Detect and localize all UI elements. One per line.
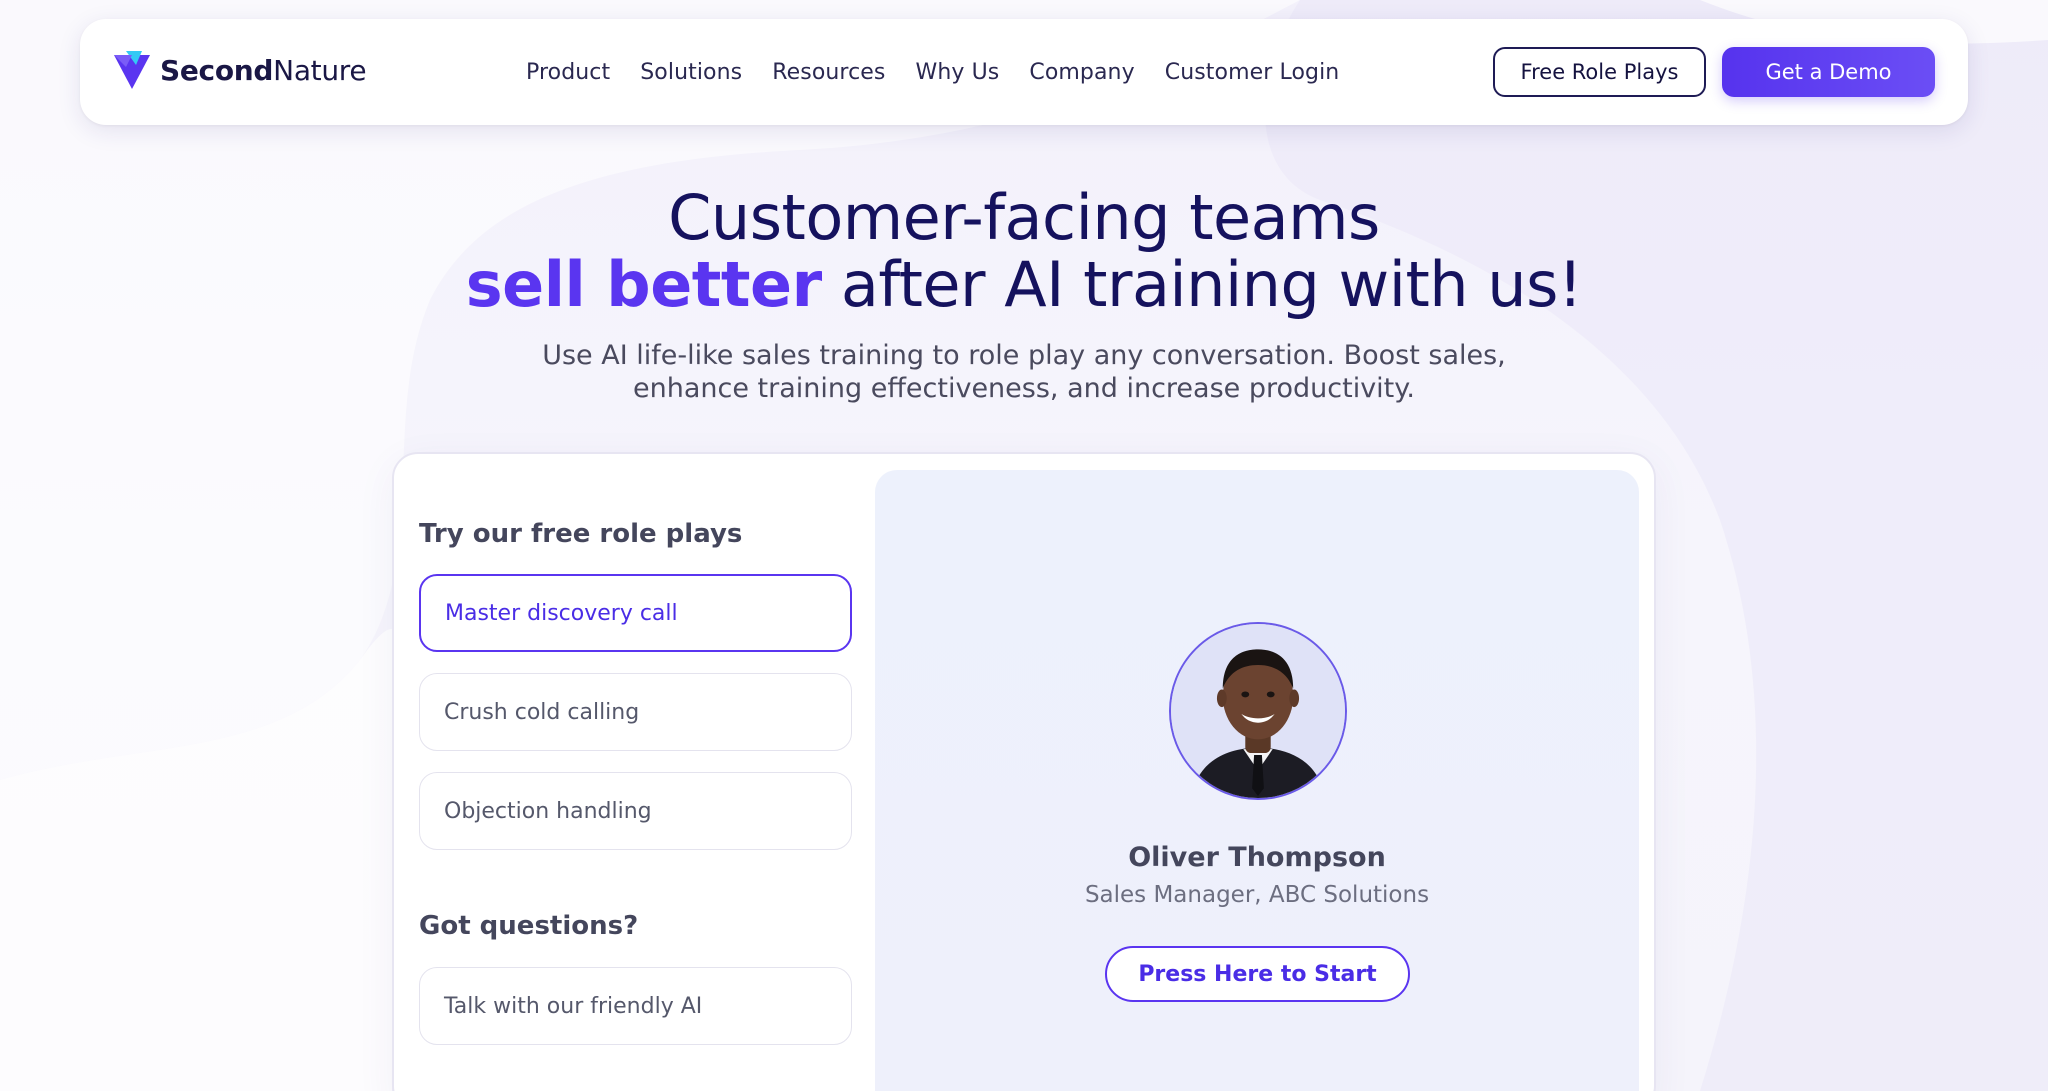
press-to-start-button[interactable]: Press Here to Start [1105, 946, 1410, 1002]
free-role-plays-button[interactable]: Free Role Plays [1493, 47, 1706, 97]
roleplays-title: Try our free role plays [419, 519, 743, 549]
hero-subtitle-line2: enhance training effectiveness, and incr… [633, 373, 1415, 404]
talk-with-ai-option[interactable]: Talk with our friendly AI [419, 967, 852, 1045]
hero-title-line1: Customer-facing teams [668, 181, 1380, 254]
person-avatar [1169, 622, 1347, 800]
get-demo-button[interactable]: Get a Demo [1722, 47, 1935, 97]
hero-title-line2: sell better after AI training with us! [0, 252, 2048, 318]
roleplay-option-objection-handling[interactable]: Objection handling [419, 772, 852, 850]
nav-item-company[interactable]: Company [1029, 60, 1134, 85]
hero-subtitle-line1: Use AI life-like sales training to role … [542, 340, 1506, 371]
questions-title: Got questions? [419, 911, 639, 941]
persona-role: Sales Manager, ABC Solutions [1084, 882, 1430, 908]
roleplay-option-cold-calling[interactable]: Crush cold calling [419, 673, 852, 751]
roleplay-option-discovery-call[interactable]: Master discovery call [419, 574, 852, 652]
roleplay-card: Try our free role plays Master discovery… [392, 452, 1656, 1091]
top-navigation: SecondNature Product Solutions Resources… [80, 19, 1968, 125]
hero-title-rest: after AI training with us! [821, 248, 1583, 321]
brand-name: SecondNature [160, 53, 367, 87]
nav-item-solutions[interactable]: Solutions [640, 60, 742, 85]
persona-name: Oliver Thompson [1128, 842, 1386, 873]
secondnature-logo-icon [114, 51, 150, 89]
nav-item-resources[interactable]: Resources [772, 60, 885, 85]
person-avatar-icon [1171, 624, 1345, 798]
nav-item-why-us[interactable]: Why Us [915, 60, 999, 85]
persona-panel: Oliver Thompson Sales Manager, ABC Solut… [875, 470, 1639, 1091]
nav-item-customer-login[interactable]: Customer Login [1165, 60, 1340, 85]
hero-title-accent: sell better [465, 248, 822, 321]
brand-logo[interactable]: SecondNature [112, 49, 367, 91]
main-menu: Product Solutions Resources Why Us Compa… [526, 19, 1369, 125]
nav-item-product[interactable]: Product [526, 60, 610, 85]
